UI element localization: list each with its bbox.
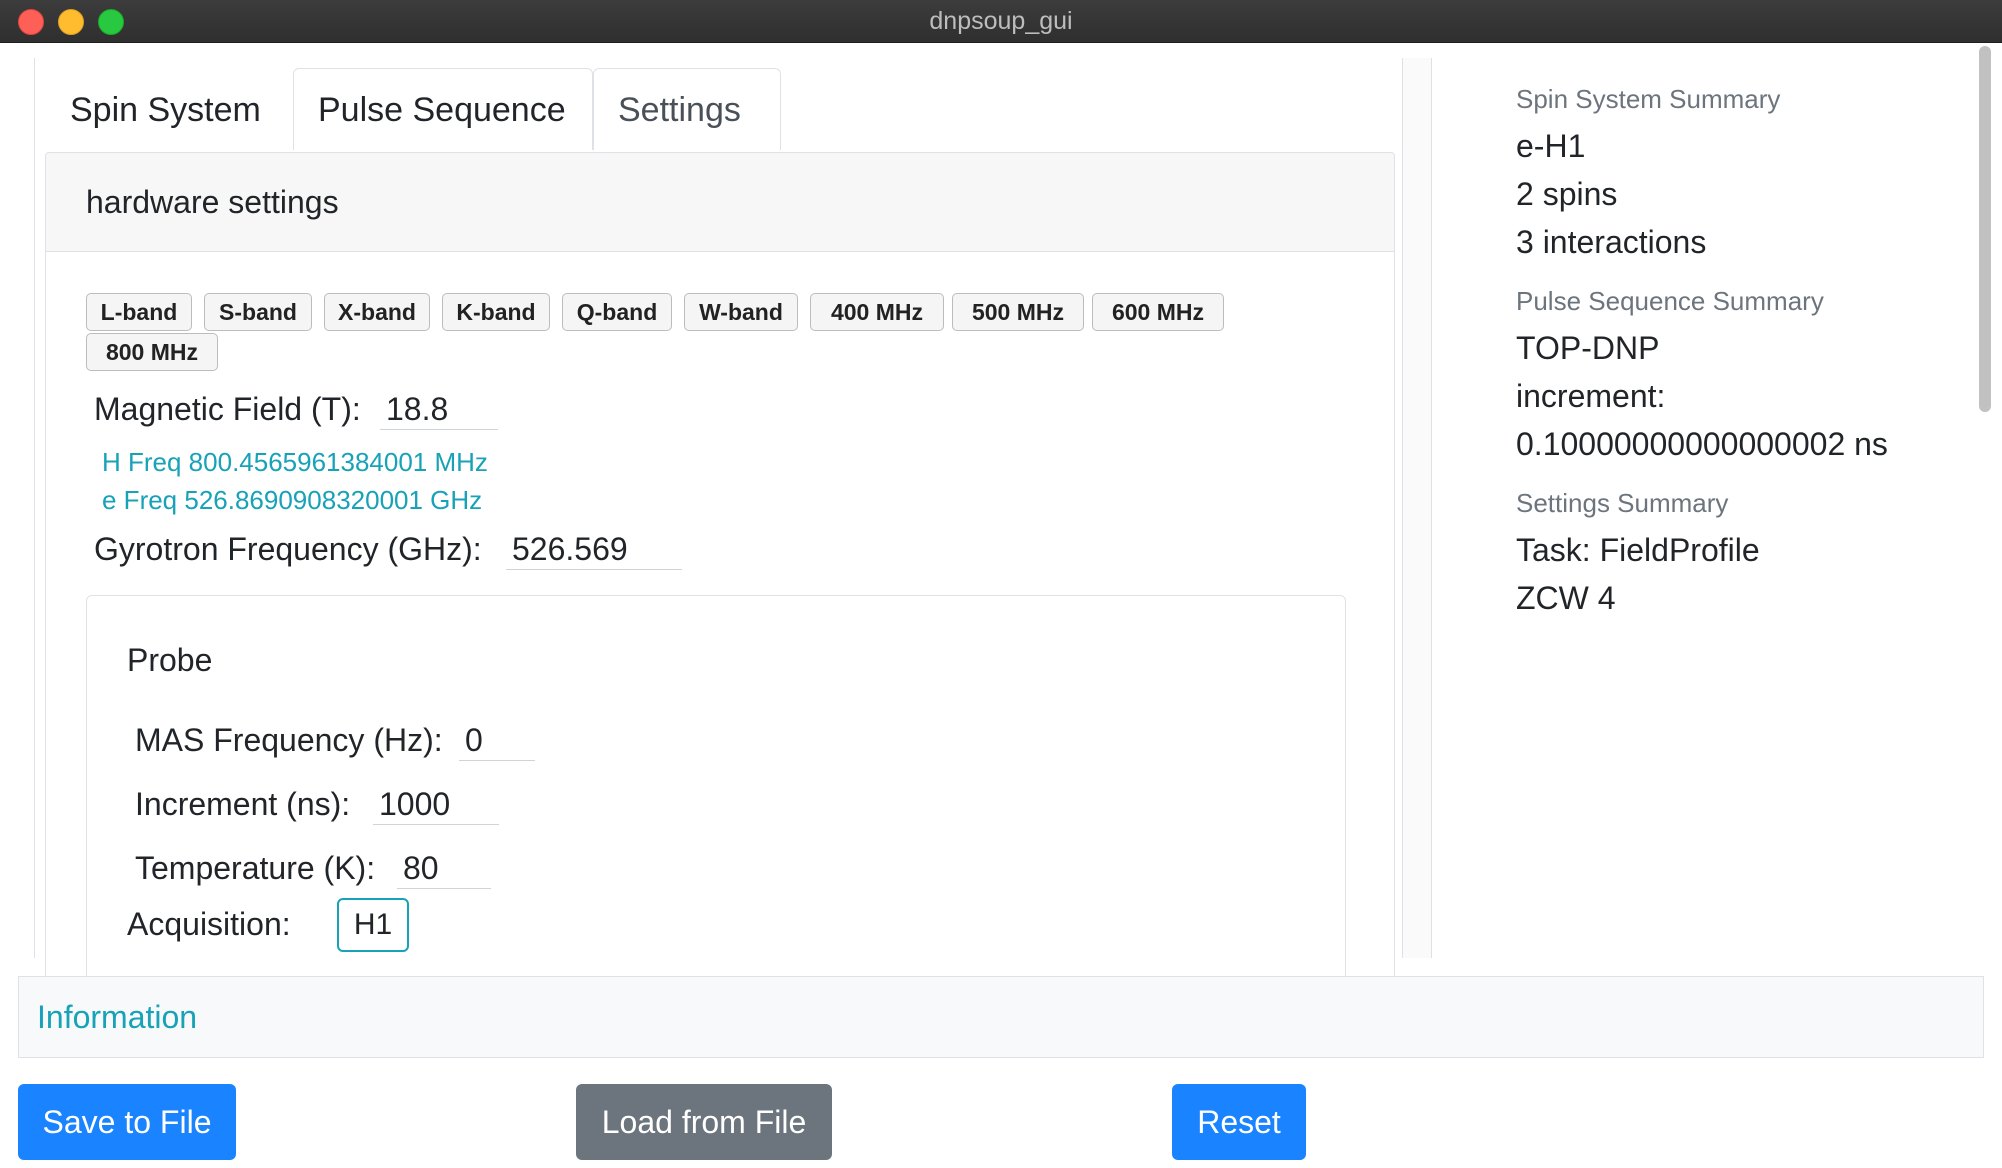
increment-label: Increment (ns): — [135, 786, 351, 822]
e-frequency-text: e Freq 526.8690908320001 GHz — [102, 485, 483, 515]
information-label: Information — [37, 999, 198, 1035]
preset-l-band-button[interactable]: L-band — [86, 293, 192, 331]
magnetic-field-row: Magnetic Field (T): — [94, 389, 694, 431]
preset-x-band-button[interactable]: X-band — [324, 293, 430, 331]
temperature-row: Temperature (K): — [135, 848, 735, 890]
gyrotron-frequency-row: Gyrotron Frequency (GHz): — [94, 529, 794, 571]
increment-row: Increment (ns): — [135, 784, 735, 826]
preset-600mhz-button[interactable]: 600 MHz — [1092, 293, 1224, 331]
preset-400mhz-button[interactable]: 400 MHz — [810, 293, 944, 331]
pulse-summary-line: TOP-DNP — [1516, 330, 1660, 366]
magnetic-field-input[interactable] — [380, 389, 498, 430]
spin-summary-line: 2 spins — [1516, 176, 1618, 212]
reset-button[interactable]: Reset — [1172, 1084, 1306, 1160]
acquisition-row: Acquisition: H1 — [127, 898, 727, 952]
information-bar: Information — [18, 976, 1984, 1058]
settings-summary-title: Settings Summary — [1516, 488, 1729, 518]
gyrotron-frequency-label: Gyrotron Frequency (GHz): — [94, 531, 482, 567]
temperature-input[interactable] — [397, 848, 491, 889]
preset-q-band-button[interactable]: Q-band — [562, 293, 672, 331]
preset-500mhz-button[interactable]: 500 MHz — [952, 293, 1084, 331]
mas-frequency-label: MAS Frequency (Hz): — [135, 722, 443, 758]
mas-frequency-row: MAS Frequency (Hz): — [135, 720, 735, 762]
spin-summary-line: 3 interactions — [1516, 224, 1707, 260]
settings-summary-line: ZCW 4 — [1516, 580, 1616, 616]
spin-summary-line: e-H1 — [1516, 128, 1586, 164]
tab-spin-system[interactable]: Spin System — [45, 68, 295, 150]
save-to-file-button[interactable]: Save to File — [18, 1084, 236, 1160]
hardware-settings-card: hardware settings L-band S-band X-band K… — [45, 152, 1395, 984]
settings-summary-line: Task: FieldProfile — [1516, 532, 1760, 568]
hardware-settings-header: hardware settings — [46, 153, 1394, 252]
acquisition-nucleus-button[interactable]: H1 — [337, 898, 409, 952]
tab-settings[interactable]: Settings — [593, 68, 781, 150]
title-bar: dnpsoup_gui — [0, 0, 2002, 43]
h-frequency-text: H Freq 800.4565961384001 MHz — [102, 447, 488, 477]
spin-system-summary-title: Spin System Summary — [1516, 84, 1781, 114]
pulse-summary-line: 0.10000000000000002 ns — [1516, 426, 1888, 462]
preset-s-band-button[interactable]: S-band — [204, 293, 312, 331]
preset-w-band-button[interactable]: W-band — [684, 293, 798, 331]
preset-800mhz-button[interactable]: 800 MHz — [86, 333, 218, 371]
gyrotron-frequency-input[interactable] — [506, 529, 682, 570]
main-panel-scrollbar[interactable] — [1402, 58, 1431, 958]
window-scrollbar[interactable] — [1976, 46, 1994, 960]
pulse-summary-line: increment: — [1516, 378, 1666, 414]
temperature-label: Temperature (K): — [135, 850, 376, 886]
mas-frequency-input[interactable] — [459, 720, 535, 761]
acquisition-label: Acquisition: — [127, 906, 291, 942]
load-from-file-button[interactable]: Load from File — [576, 1084, 832, 1160]
pulse-sequence-summary-title: Pulse Sequence Summary — [1516, 286, 1824, 316]
preset-k-band-button[interactable]: K-band — [442, 293, 550, 331]
main-panel: Spin System Pulse Sequence Settings hard… — [34, 58, 1432, 984]
increment-input[interactable] — [373, 784, 499, 825]
probe-title: Probe — [127, 642, 213, 678]
tab-pulse-sequence[interactable]: Pulse Sequence — [293, 68, 593, 150]
magnetic-field-label: Magnetic Field (T): — [94, 391, 361, 427]
probe-card: Probe MAS Frequency (Hz): Increment (ns)… — [86, 595, 1346, 983]
window-scrollbar-thumb[interactable] — [1979, 46, 1991, 412]
window-title: dnpsoup_gui — [929, 7, 1073, 35]
app-window: dnpsoup_gui Spin System Pulse Sequence S… — [0, 0, 2002, 1168]
